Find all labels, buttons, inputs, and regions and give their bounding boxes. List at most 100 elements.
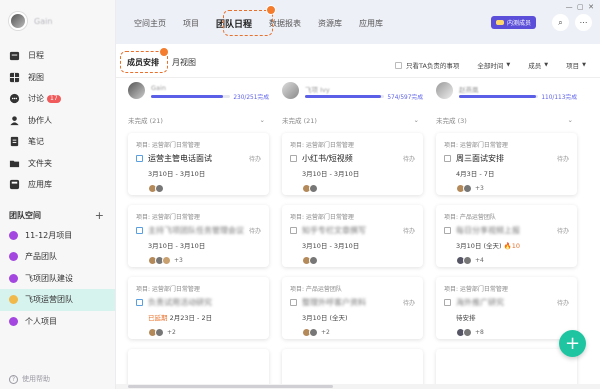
task-card[interactable] xyxy=(436,349,577,389)
team-space-title: 团队空间 xyxy=(9,211,41,220)
user-profile[interactable]: Gain xyxy=(0,0,115,42)
add-space-button[interactable]: + xyxy=(95,209,104,222)
beta-badge[interactable]: 内测成员 xyxy=(490,16,536,29)
unread-badge: 17 xyxy=(47,94,61,103)
task-title: 整理外呼客户资料 xyxy=(302,298,366,307)
task-project: 项目: 运营部门日常管理 xyxy=(290,142,354,149)
username: Gain xyxy=(34,16,53,26)
chevron-down-icon: ▼ xyxy=(506,62,511,68)
beta-icon xyxy=(495,20,504,25)
task-title: 运营主管电话面试 xyxy=(148,154,212,163)
tab-reports[interactable]: 数据报表 xyxy=(269,13,301,33)
task-checkbox[interactable] xyxy=(290,299,297,306)
tab-space-home[interactable]: 空间主页 xyxy=(134,13,166,33)
task-card[interactable]: 项目: 产品运营团队 整理外呼客户资料 待办 3月10日 (全天) +2 xyxy=(282,277,423,339)
member-header[interactable]: 赵燕凰 110/113完成 xyxy=(436,78,577,108)
task-card[interactable]: 项目: 运营部门日常管理 知乎专栏文章撰写 待办 3月10日 - 3月10日 xyxy=(282,205,423,267)
only-mine-toggle[interactable]: 只看TA负责的事项 xyxy=(395,60,459,70)
top-bar: 空间主页 项目 团队日程 数据报表 资源库 应用库 — ▢ ✕ 内测成员 ⌕ ⋯ xyxy=(116,0,600,44)
window-controls[interactable]: — ▢ ✕ xyxy=(566,3,594,11)
task-date: 3月10日 - 3月10日 xyxy=(302,242,360,250)
assignees: +3 xyxy=(456,184,569,193)
task-checkbox[interactable] xyxy=(136,299,143,306)
nav-item-apps[interactable]: 应用库 xyxy=(0,174,115,196)
nav-item-view[interactable]: 视图 xyxy=(0,67,115,89)
avatar xyxy=(128,82,145,99)
space-list: 11-12月项目 产品团队 飞项团队建设 飞项运营团队 个人项目 xyxy=(0,225,115,333)
task-project: 项目: 运营部门日常管理 xyxy=(136,214,200,221)
checkbox[interactable] xyxy=(395,61,402,69)
space-item[interactable]: 11-12月项目 xyxy=(0,225,115,247)
task-checkbox[interactable] xyxy=(290,155,297,162)
task-card[interactable]: 项目: 运营部门日常管理 主持飞项团队任务管理会议 待办 3月10日 - 3月10… xyxy=(128,205,269,267)
member-name: 飞项 Ivy xyxy=(305,86,330,94)
nav-item-schedule[interactable]: 日程 xyxy=(0,45,115,67)
task-card[interactable]: 项目: 运营部门日常管理 海外推广研究 待办 待安排 +8 xyxy=(436,277,577,339)
space-dot xyxy=(9,273,18,283)
group-label: 未完成 (21) xyxy=(128,117,163,125)
progress-fill xyxy=(151,95,224,98)
member-column: Gain 230/251完成 未完成 (21) ⌄ xyxy=(128,78,269,127)
group-label: 未完成 (3) xyxy=(436,117,467,125)
task-card[interactable] xyxy=(128,349,269,389)
tab-resources[interactable]: 资源库 xyxy=(318,13,342,33)
space-item[interactable]: 飞项团队建设 xyxy=(0,268,115,290)
task-status: 待办 xyxy=(402,156,415,163)
space-item[interactable]: 个人项目 xyxy=(0,311,115,333)
space-item-active[interactable]: 飞项运营团队 xyxy=(0,289,115,311)
scrollbar-thumb[interactable] xyxy=(128,385,333,388)
tab-apps[interactable]: 应用库 xyxy=(359,13,383,33)
nav-item-collaborators[interactable]: 协作人 xyxy=(0,110,115,132)
space-label: 产品团队 xyxy=(25,252,57,262)
task-card[interactable] xyxy=(282,349,423,389)
member-filter[interactable]: 成员 ▼ xyxy=(528,60,548,70)
task-card[interactable]: 项目: 产品运营团队 每日分享视频上报 待办 3月10日 (全天) 🔥10 +4 xyxy=(436,205,577,267)
member-header[interactable]: 飞项 Ivy 574/597完成 xyxy=(282,78,423,108)
task-status: 待办 xyxy=(402,300,415,307)
more-assignees: +4 xyxy=(475,257,484,264)
task-checkbox[interactable] xyxy=(444,227,451,234)
search-icon: ⌕ xyxy=(558,17,563,27)
add-task-button[interactable]: + xyxy=(559,330,586,357)
progress-count: 574/597完成 xyxy=(387,95,423,101)
group-header[interactable]: 未完成 (3) ⌄ xyxy=(436,113,577,127)
task-date: 4月3日 - 7日 xyxy=(456,170,495,178)
member-header[interactable]: Gain 230/251完成 xyxy=(128,78,269,108)
subtab-month[interactable]: 月视图 xyxy=(172,57,196,68)
more-assignees: +3 xyxy=(174,257,183,264)
task-card[interactable]: 项目: 运营部门日常管理 周三面试安排 待办 4月3日 - 7日 +3 xyxy=(436,133,577,195)
task-checkbox[interactable] xyxy=(290,227,297,234)
progress-fill xyxy=(459,95,536,98)
search-button[interactable]: ⌕ xyxy=(552,14,569,31)
avatar xyxy=(463,328,472,337)
nav-item-discussion[interactable]: 讨论 17 xyxy=(0,88,115,110)
task-checkbox[interactable] xyxy=(136,155,143,162)
avatar xyxy=(162,256,171,265)
time-filter[interactable]: 全部时间 ▼ xyxy=(477,60,510,70)
horizontal-scrollbar[interactable] xyxy=(116,384,600,389)
project-filter[interactable]: 项目 ▼ xyxy=(566,60,586,70)
tab-projects[interactable]: 项目 xyxy=(183,13,199,33)
task-checkbox[interactable] xyxy=(444,299,451,306)
task-card[interactable]: 项目: 运营部门日常管理 小红书/短视频 待办 3月10日 - 3月10日 xyxy=(282,133,423,195)
more-icon: ⋯ xyxy=(579,18,588,27)
task-date: 3月10日 (全天) 🔥10 xyxy=(456,240,569,250)
beta-label: 内测成员 xyxy=(506,20,531,27)
group-header[interactable]: 未完成 (21) ⌄ xyxy=(128,113,269,127)
nav-item-folder[interactable]: 文件夹 xyxy=(0,153,115,175)
task-card[interactable]: 项目: 运营部门日常管理 负责试用活动研究 已延期 2月23日 - 2日 +2 xyxy=(128,277,269,339)
task-status: 待办 xyxy=(248,228,261,235)
nav-item-notes[interactable]: 笔记 xyxy=(0,131,115,153)
task-checkbox[interactable] xyxy=(136,227,143,234)
group-header[interactable]: 未完成 (21) ⌄ xyxy=(282,113,423,127)
task-project: 项目: 产品运营团队 xyxy=(290,286,342,293)
space-item[interactable]: 产品团队 xyxy=(0,246,115,268)
nav-label: 应用库 xyxy=(28,180,52,190)
top-actions: 内测成员 ⌕ ⋯ xyxy=(490,14,592,31)
avatar[interactable] xyxy=(9,12,27,30)
more-button[interactable]: ⋯ xyxy=(575,14,592,31)
help-link[interactable]: ? 使用帮助 xyxy=(9,374,50,384)
task-card[interactable]: 项目: 运营部门日常管理 运营主管电话面试 待办 3月10日 - 3月10日 xyxy=(128,133,269,195)
grid-icon xyxy=(9,72,20,83)
task-checkbox[interactable] xyxy=(444,155,451,162)
